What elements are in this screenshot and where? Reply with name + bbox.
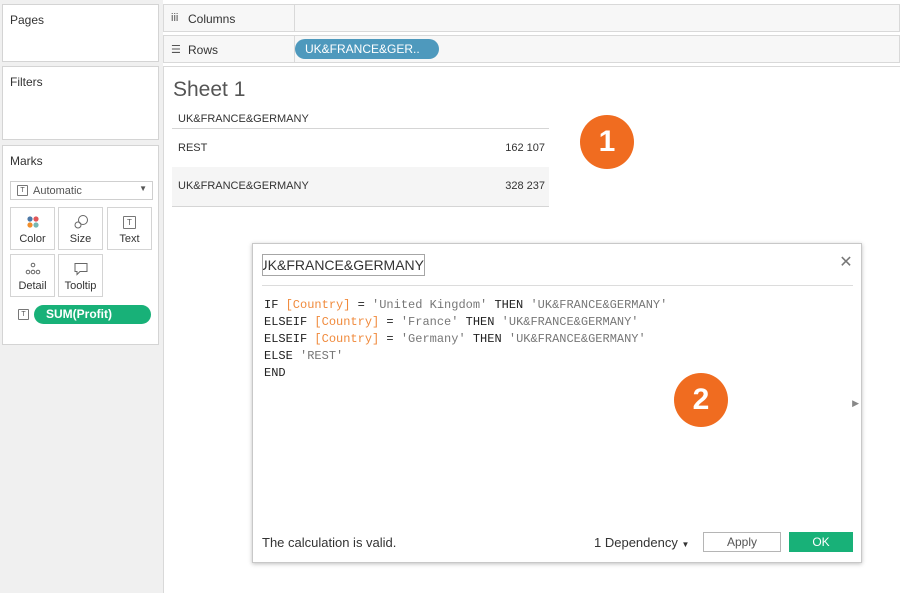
dependency-dropdown[interactable]: 1 Dependency ▼ [594,535,689,550]
detail-icon [11,261,54,277]
size-label: Size [69,233,92,245]
columns-shelf-label: iii Columns [164,5,295,31]
columns-icon: iii [171,12,179,24]
ok-button[interactable]: OK [789,532,853,552]
detail-label: Detail [18,280,47,292]
sheet-title: Sheet 1 [173,78,246,101]
rows-dimension-pill[interactable]: UK&FRANCE&GER.. [295,39,439,59]
marks-card: Marks T Automatic ▼ Color Size T Text De… [2,145,159,345]
text-label: Text [119,233,140,245]
code-line-5: END [264,366,286,380]
filters-card[interactable]: Filters [2,66,159,140]
text-mark-icon: T [17,185,28,196]
rows-shelf-label: ☰ Rows [164,36,295,62]
code-line-3: ELSEIF [Country] = 'Germany' THEN 'UK&FR… [264,332,646,346]
size-button[interactable]: Size [58,207,103,250]
tooltip-icon [59,261,102,277]
mark-type-dropdown[interactable]: T Automatic ▼ [10,181,153,200]
code-line-2: ELSEIF [Country] = 'France' THEN 'UK&FRA… [264,315,639,329]
tooltip-button[interactable]: Tooltip [58,254,103,297]
calculation-name-input[interactable]: UK&FRANCE&GERMANY [262,254,425,276]
step-badge-1: 1 [580,115,634,169]
size-icon [59,214,102,230]
rows-icon: ☰ [171,44,181,56]
row-label: REST [178,142,208,154]
pages-title: Pages [10,13,45,27]
color-label: Color [19,233,46,245]
tooltip-label: Tooltip [64,280,97,292]
text-button[interactable]: T Text [107,207,152,250]
text-icon: T [108,214,151,230]
code-line-1: IF [Country] = 'United Kingdom' THEN 'UK… [264,298,668,312]
rows-shelf[interactable]: ☰ Rows UK&FRANCE&GER.. [163,35,900,63]
sum-profit-pill[interactable]: SUM(Profit) [34,305,151,324]
step-badge-2: 2 [674,373,728,427]
table-row[interactable]: UK&FRANCE&GERMANY 328 237 [172,167,549,207]
columns-shelf[interactable]: iii Columns [163,4,900,32]
calculation-editor-dialog: UK&FRANCE&GERMANY ✕ IF [Country] = 'Unit… [252,243,862,563]
apply-button[interactable]: Apply [703,532,781,552]
detail-button[interactable]: Detail [10,254,55,297]
text-encoding-icon: T [18,309,29,320]
color-button[interactable]: Color [10,207,55,250]
mark-type-label: Automatic [33,185,82,197]
code-line-4: ELSE 'REST' [264,349,344,363]
filters-title: Filters [10,75,43,89]
row-value: 328 237 [505,180,545,192]
formula-editor[interactable]: IF [Country] = 'United Kingdom' THEN 'UK… [264,297,667,382]
close-icon[interactable]: ✕ [839,255,853,271]
chevron-right-icon[interactable]: ▶ [852,398,859,409]
table-row[interactable]: REST 162 107 [172,129,549,167]
row-value: 162 107 [505,142,545,154]
row-label: UK&FRANCE&GERMANY [178,180,309,192]
pages-card[interactable]: Pages [2,4,159,62]
chevron-down-icon: ▼ [681,540,690,549]
table-column-header: UK&FRANCE&GERMANY [178,113,309,125]
marks-title: Marks [10,154,43,168]
validation-status: The calculation is valid. [262,535,397,550]
color-icon [11,214,54,230]
dialog-divider [262,285,853,286]
chevron-down-icon: ▼ [139,184,147,193]
